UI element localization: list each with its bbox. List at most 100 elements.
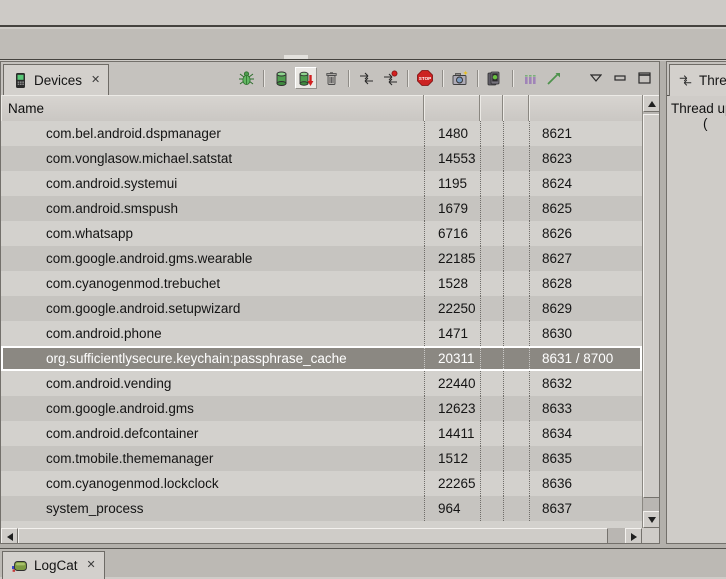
sash-handle[interactable] — [284, 55, 308, 59]
down-arrow-icon — [648, 517, 656, 523]
threads-message-line2: ( — [671, 116, 726, 131]
toolbar-separator — [442, 70, 443, 87]
menu-item[interactable] — [23, 11, 43, 15]
process-pid: 1195 — [424, 171, 480, 196]
process-cell-3 — [480, 496, 503, 521]
scroll-left-button[interactable] — [1, 528, 18, 544]
menu-item[interactable] — [63, 11, 83, 15]
tab-logcat-label: LogCat — [34, 558, 78, 573]
process-name: com.whatsapp — [1, 221, 424, 246]
screen-capture-icon[interactable]: ✦ — [450, 68, 470, 88]
left-arrow-icon — [7, 533, 13, 541]
opengl-trace-icon[interactable] — [520, 68, 540, 88]
column-header-3[interactable] — [480, 95, 503, 121]
process-name: com.android.systemui — [1, 171, 424, 196]
menu-item[interactable] — [43, 11, 63, 15]
column-header-port[interactable] — [529, 95, 642, 121]
column-header-4[interactable] — [503, 95, 529, 121]
process-cell-4 — [503, 271, 529, 296]
process-port: 8623 — [529, 146, 642, 171]
table-row[interactable]: com.bel.android.dspmanager 1480 8621 — [1, 121, 642, 146]
column-header-pid[interactable] — [424, 95, 480, 121]
minimize-icon[interactable] — [610, 68, 630, 88]
cause-gc-trash-icon[interactable] — [321, 68, 341, 88]
stop-process-icon[interactable]: STOP — [415, 68, 435, 88]
process-cell-3 — [480, 246, 503, 271]
process-cell-3 — [480, 221, 503, 246]
close-icon[interactable]: ✕ — [87, 560, 96, 571]
capture-systrace-icon[interactable] — [485, 68, 505, 88]
process-pid: 12623 — [424, 396, 480, 421]
process-cell-3 — [480, 196, 503, 221]
table-row[interactable]: com.android.vending 22440 8632 — [1, 371, 642, 396]
process-name: com.vonglasow.michael.satstat — [1, 146, 424, 171]
process-name: com.android.defcontainer — [1, 421, 424, 446]
process-name: com.android.vending — [1, 371, 424, 396]
table-row[interactable]: org.sufficientlysecure.keychain:passphra… — [1, 346, 642, 371]
threads-message: Thread up ( — [671, 101, 726, 131]
process-cell-3 — [480, 396, 503, 421]
menu-item[interactable] — [3, 11, 23, 15]
process-port: 8627 — [529, 246, 642, 271]
column-header-name[interactable]: Name — [1, 95, 424, 121]
table-row[interactable]: com.google.android.gms 12623 8633 — [1, 396, 642, 421]
vertical-scrollbar[interactable] — [642, 95, 660, 528]
table-row[interactable]: com.cyanogenmod.lockclock 22265 8636 — [1, 471, 642, 496]
close-icon[interactable]: ✕ — [91, 75, 100, 86]
table-row[interactable]: com.android.defcontainer 14411 8634 — [1, 421, 642, 446]
dump-hprof-icon[interactable] — [295, 67, 317, 89]
tab-threads[interactable]: Threa — [669, 64, 726, 96]
process-cell-4 — [503, 496, 529, 521]
table-row[interactable]: com.whatsapp 6716 8626 — [1, 221, 642, 246]
process-cell-3 — [480, 446, 503, 471]
toolbar-separator — [263, 70, 264, 87]
menu-item[interactable] — [83, 11, 103, 15]
debug-process-icon[interactable] — [236, 68, 256, 88]
table-row[interactable]: com.google.android.setupwizard 22250 862… — [1, 296, 642, 321]
process-pid: 22440 — [424, 371, 480, 396]
process-cell-4 — [503, 371, 529, 396]
process-name: com.google.android.gms — [1, 396, 424, 421]
maximize-icon[interactable] — [634, 68, 654, 88]
tracer-arrow-icon[interactable] — [544, 68, 564, 88]
table-row[interactable]: com.android.smspush 1679 8625 — [1, 196, 642, 221]
scroll-right-button[interactable] — [625, 528, 642, 544]
table-row[interactable]: com.android.systemui 1195 8624 — [1, 171, 642, 196]
threads-tabstrip: Threa — [667, 62, 726, 96]
vertical-scrollbar-thumb[interactable] — [643, 114, 660, 498]
process-cell-4 — [503, 446, 529, 471]
toolbar-separator — [407, 70, 408, 87]
process-cell-3 — [480, 371, 503, 396]
threads-panel: Threa Thread up ( — [666, 61, 726, 544]
devices-tabstrip: Devices ✕ — [1, 62, 659, 96]
update-threads-icon[interactable] — [356, 68, 376, 88]
table-row[interactable]: system_process 964 8637 — [1, 496, 642, 521]
process-port: 8626 — [529, 221, 642, 246]
horizontal-scrollbar[interactable] — [1, 528, 642, 544]
menu-items — [3, 11, 103, 15]
phone-icon — [12, 72, 28, 89]
table-row[interactable]: com.tmobile.thememanager 1512 8635 — [1, 446, 642, 471]
process-pid: 1679 — [424, 196, 480, 221]
svg-text:✦: ✦ — [463, 70, 469, 78]
process-port: 8631 / 8700 — [529, 346, 642, 371]
start-method-profiling-icon[interactable] — [380, 68, 400, 88]
process-port: 8630 — [529, 321, 642, 346]
update-heap-icon[interactable] — [271, 68, 291, 88]
process-pid: 20311 — [424, 346, 480, 371]
horizontal-scrollbar-thumb[interactable] — [18, 528, 608, 544]
toolbar-separator — [512, 70, 513, 87]
table-row[interactable]: com.vonglasow.michael.satstat 14553 8623 — [1, 146, 642, 171]
table-row[interactable]: com.cyanogenmod.trebuchet 1528 8628 — [1, 271, 642, 296]
scroll-up-button[interactable] — [643, 95, 660, 112]
table-row[interactable]: com.google.android.gms.wearable 22185 86… — [1, 246, 642, 271]
view-menu-icon[interactable] — [586, 68, 606, 88]
tab-logcat[interactable]: LogCat ✕ — [2, 551, 105, 579]
scroll-down-button[interactable] — [643, 511, 660, 528]
table-row[interactable]: com.android.phone 1471 8630 — [1, 321, 642, 346]
process-port: 8632 — [529, 371, 642, 396]
process-pid: 1512 — [424, 446, 480, 471]
logcat-icon — [11, 558, 28, 574]
process-pid: 14411 — [424, 421, 480, 446]
tab-devices[interactable]: Devices ✕ — [3, 64, 109, 96]
